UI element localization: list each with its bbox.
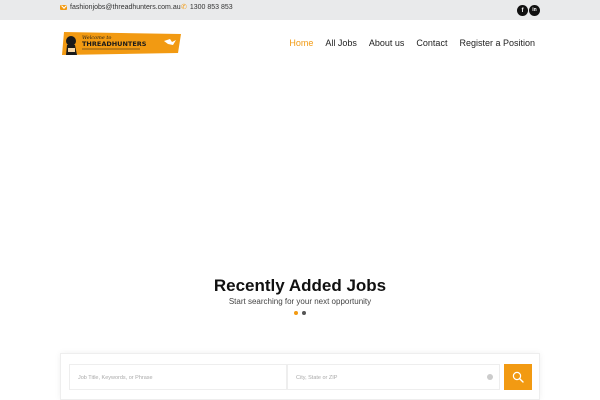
- nav-all-jobs[interactable]: All Jobs: [325, 38, 357, 48]
- top-info-bar: fashionjobs@threadhunters.com.au ✆ 1300 …: [0, 0, 600, 20]
- nav-contact[interactable]: Contact: [416, 38, 447, 48]
- keyword-input[interactable]: Job Title, Keywords, or Phrase: [69, 364, 287, 390]
- location-placeholder: City, State or ZIP: [296, 375, 338, 381]
- job-search-panel: Job Title, Keywords, or Phrase City, Sta…: [60, 353, 540, 400]
- logo-graphic: Welcome to THREADHUNTERS: [62, 32, 181, 55]
- nav-home[interactable]: Home: [289, 38, 313, 48]
- phone-text[interactable]: 1300 853 853: [190, 4, 233, 11]
- location-pin-icon[interactable]: [487, 374, 493, 380]
- logo-brand-text: THREADHUNTERS: [82, 40, 147, 48]
- search-icon: [512, 371, 524, 383]
- nav-register-position[interactable]: Register a Position: [459, 38, 535, 48]
- search-button[interactable]: [504, 364, 532, 390]
- facebook-icon[interactable]: f: [517, 5, 528, 16]
- slider-dots: [294, 311, 306, 315]
- slider-dot-1[interactable]: [294, 311, 298, 315]
- location-input[interactable]: City, State or ZIP: [287, 364, 500, 390]
- email-contact[interactable]: fashionjobs@threadhunters.com.au: [60, 4, 181, 11]
- phone-icon: ✆: [181, 4, 187, 11]
- facebook-label: f: [521, 7, 524, 14]
- hero-subtitle: Start searching for your next opportunit…: [228, 297, 372, 306]
- email-text[interactable]: fashionjobs@threadhunters.com.au: [70, 4, 181, 11]
- slider-dot-2[interactable]: [302, 311, 306, 315]
- hero-title: Recently Added Jobs: [213, 276, 387, 295]
- phone-contact[interactable]: ✆ 1300 853 853: [181, 4, 233, 11]
- envelope-icon: [60, 5, 67, 10]
- main-nav: Home All Jobs About us Contact Register …: [277, 38, 535, 48]
- linkedin-label: in: [532, 7, 537, 13]
- nav-about-us[interactable]: About us: [369, 38, 405, 48]
- keyword-placeholder: Job Title, Keywords, or Phrase: [78, 375, 153, 381]
- linkedin-icon[interactable]: in: [529, 5, 540, 16]
- site-logo[interactable]: Welcome to THREADHUNTERS: [60, 31, 181, 56]
